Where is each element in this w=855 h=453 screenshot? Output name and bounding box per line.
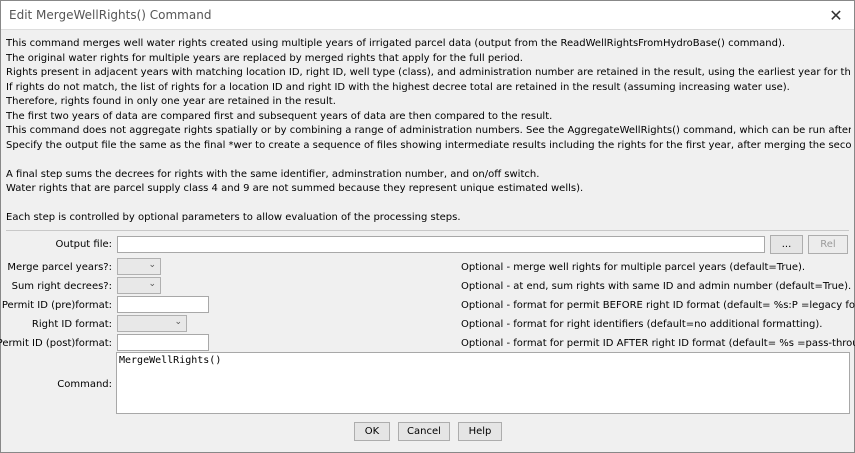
output-file-label: Output file: [55, 239, 112, 250]
description-line: Water rights that are parcel supply clas… [6, 183, 584, 194]
title-bar: Edit MergeWellRights() Command ✕ [1, 1, 854, 30]
sum-right-decrees-select[interactable]: ⌄ [117, 277, 161, 294]
permit-id-pre-format-input[interactable] [117, 296, 209, 313]
description-line [6, 153, 851, 168]
cancel-button[interactable]: Cancel [398, 422, 450, 441]
description-line: This command does not aggregate rights s… [6, 125, 851, 136]
command-label: Command: [57, 379, 112, 390]
command-description: This command merges well water rights cr… [6, 37, 851, 226]
permit-id-post-format-label: Permit ID (post)format: [0, 338, 112, 349]
description-line: Specify the output file the same as the … [6, 139, 851, 151]
sum-right-decrees-help: Optional - at end, sum rights with same … [461, 281, 852, 292]
description-line: If rights do not match, the list of righ… [6, 81, 790, 93]
permit-id-post-format-help: Optional - format for permit ID AFTER ri… [461, 338, 855, 349]
chevron-down-icon: ⌄ [148, 279, 156, 289]
right-id-format-label: Right ID format: [31, 319, 112, 330]
permit-id-pre-format-label: Permit ID (pre)format: [1, 300, 112, 311]
help-button[interactable]: Help [458, 422, 502, 441]
chevron-down-icon: ⌄ [148, 260, 156, 270]
browse-button[interactable]: ... [770, 235, 803, 254]
description-line: The original water rights for multiple y… [6, 52, 523, 64]
description-line: Rights present in adjacent years with ma… [6, 67, 851, 78]
right-id-format-help: Optional - format for right identifiers … [461, 319, 823, 330]
description-line: This command merges well water rights cr… [6, 38, 786, 49]
description-line: The first two years of data are compared… [6, 110, 553, 122]
chevron-down-icon: ⌄ [174, 317, 182, 327]
dialog-title: Edit MergeWellRights() Command [9, 8, 212, 22]
close-icon[interactable]: ✕ [826, 6, 846, 25]
right-id-format-select[interactable]: ⌄ [117, 315, 187, 332]
separator [6, 230, 849, 231]
permit-id-pre-format-help: Optional - format for permit BEFORE righ… [461, 300, 855, 311]
output-file-input[interactable] [117, 236, 765, 253]
command-text-area[interactable]: MergeWellRights() [116, 352, 850, 414]
merge-parcel-years-select[interactable]: ⌄ [117, 258, 161, 275]
merge-parcel-years-help: Optional - merge well rights for multipl… [461, 262, 806, 273]
description-line [6, 197, 851, 212]
description-line: A final step sums the decrees for rights… [6, 168, 540, 180]
description-line: Each step is controlled by optional para… [6, 212, 461, 223]
merge-parcel-years-label: Merge parcel years?: [7, 262, 112, 273]
relative-path-button[interactable]: Rel [808, 235, 848, 254]
description-line: Therefore, rights found in only one year… [6, 96, 336, 107]
sum-right-decrees-label: Sum right decrees?: [11, 281, 112, 292]
ok-button[interactable]: OK [354, 422, 390, 441]
permit-id-post-format-input[interactable] [117, 334, 209, 351]
